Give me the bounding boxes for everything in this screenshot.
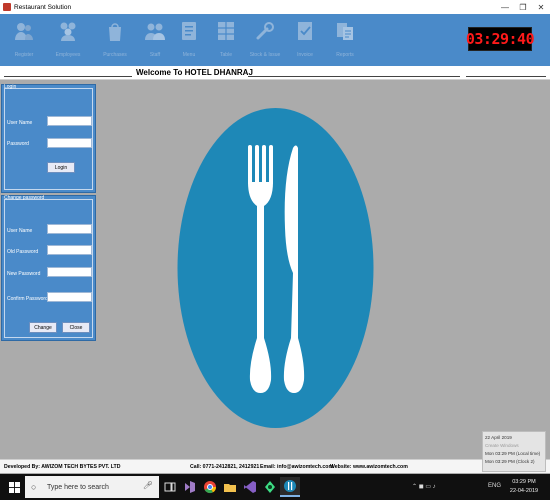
taskbar: ○ Type here to search 🎤︎ ⌃ ◼ ▭ ♪ ENG 03:… bbox=[0, 474, 550, 500]
close-button[interactable]: ✕ bbox=[532, 0, 550, 14]
taskbar-date: 22-04-2019 bbox=[509, 488, 539, 494]
toolbar-label: Reports bbox=[336, 52, 354, 58]
confirm-password-label: Confirm Password bbox=[7, 296, 48, 302]
login-button[interactable]: Login bbox=[47, 162, 75, 173]
welcome-text: Welcome To HOTEL DHANRAJ bbox=[136, 68, 253, 77]
toolbar-reports[interactable]: Reports bbox=[321, 20, 369, 64]
password-label: Password bbox=[7, 141, 29, 147]
popup-date: 22 April 2019 bbox=[485, 435, 512, 440]
task-view-icon[interactable] bbox=[160, 477, 180, 497]
input-language[interactable]: ENG bbox=[488, 483, 501, 489]
start-button[interactable] bbox=[3, 474, 25, 500]
new-password-input[interactable] bbox=[47, 267, 92, 277]
contact-email: Email: info@awizomtech.com bbox=[260, 464, 334, 470]
toolbar-label: Employees bbox=[55, 52, 81, 58]
divider bbox=[4, 76, 132, 77]
search-placeholder: Type here to search bbox=[47, 483, 109, 491]
table-icon bbox=[215, 20, 237, 42]
main-toolbar: Register Employees Purchases Staff Menu … bbox=[0, 14, 550, 66]
divider bbox=[248, 76, 460, 77]
confirm-password-input[interactable] bbox=[47, 292, 92, 302]
system-tray: ⌃ ◼ ▭ ♪ ENG 03:29 PM 22-04-2019 bbox=[410, 474, 550, 500]
change-password-legend: Change password bbox=[4, 195, 45, 201]
maximize-button[interactable]: ❐ bbox=[514, 0, 532, 14]
clock-popup: 22 April 2019 Create Windows Mon 03:29 P… bbox=[482, 431, 546, 472]
visual-studio-purple-icon[interactable] bbox=[240, 477, 260, 497]
chrome-icon[interactable] bbox=[200, 477, 220, 497]
change-button[interactable]: Change bbox=[29, 322, 57, 333]
window-title: Restaurant Solution bbox=[14, 3, 72, 11]
close-panel-button[interactable]: Close bbox=[62, 322, 90, 333]
restaurant-logo bbox=[177, 108, 374, 428]
microphone-icon[interactable]: 🎤︎ bbox=[143, 481, 153, 490]
login-password-input[interactable] bbox=[47, 138, 92, 148]
minimize-button[interactable]: — bbox=[496, 0, 514, 14]
visual-studio-icon[interactable] bbox=[180, 477, 200, 497]
divider bbox=[466, 76, 546, 77]
cp-user-name-input[interactable] bbox=[47, 224, 92, 234]
restaurant-app-icon[interactable] bbox=[280, 477, 300, 497]
taskbar-search[interactable]: ○ Type here to search 🎤︎ bbox=[25, 476, 159, 498]
activation-watermark: Create Windows bbox=[485, 443, 519, 448]
android-studio-icon[interactable] bbox=[260, 477, 280, 497]
local-time: Mon 03:29 PM (Local time) bbox=[485, 451, 541, 456]
windows-icon bbox=[8, 481, 20, 493]
explorer-icon[interactable] bbox=[220, 477, 240, 497]
old-password-input[interactable] bbox=[47, 245, 92, 255]
staff-icon bbox=[144, 20, 166, 42]
login-panel: Login User Name Password Login bbox=[1, 84, 96, 193]
contact-phone: Call: 0771-2412821, 2412921 bbox=[190, 464, 260, 470]
employees-icon bbox=[57, 20, 79, 42]
status-bar: Developed By: AWIZOM TECH BYTES PVT. LTD… bbox=[0, 459, 550, 473]
old-password-label: Old Password bbox=[7, 249, 39, 255]
user-name-label: User Name bbox=[7, 120, 33, 126]
reports-icon bbox=[334, 20, 356, 42]
toolbar-register[interactable]: Register bbox=[0, 20, 48, 64]
digital-clock: 03:29:40 bbox=[465, 27, 535, 51]
tray-icons[interactable]: ⌃ ◼ ▭ ♪ bbox=[412, 483, 436, 490]
taskbar-clock[interactable]: 03:29 PM 22-04-2019 bbox=[506, 478, 542, 496]
invoice-icon bbox=[294, 20, 316, 42]
welcome-bar: Welcome To HOTEL DHANRAJ bbox=[0, 66, 550, 80]
clock-time: 03:29:40 bbox=[465, 30, 535, 48]
clock-2-time: Mon 03:29 PM (Clock 2) bbox=[485, 459, 535, 464]
website-link[interactable]: Website: www.awizomtech.com bbox=[330, 464, 408, 470]
tools-icon bbox=[254, 20, 276, 42]
login-user-name-input[interactable] bbox=[47, 116, 92, 126]
developer-credit: Developed By: AWIZOM TECH BYTES PVT. LTD bbox=[4, 464, 121, 470]
toolbar-label: Register bbox=[14, 52, 34, 58]
window-controls: — ❐ ✕ bbox=[496, 0, 550, 14]
new-password-label: New Password bbox=[7, 271, 41, 277]
taskbar-time: 03:29 PM bbox=[512, 479, 536, 485]
fork-knife-icon bbox=[177, 108, 374, 428]
title-bar: Restaurant Solution — ❐ ✕ bbox=[0, 0, 550, 14]
change-password-panel: Change password User Name Old Password N… bbox=[1, 195, 96, 341]
menu-icon bbox=[178, 20, 200, 42]
search-icon: ○ bbox=[31, 482, 37, 492]
login-legend: Login bbox=[4, 84, 17, 90]
users-icon bbox=[13, 20, 35, 42]
bag-icon bbox=[104, 20, 126, 42]
toolbar-employees[interactable]: Employees bbox=[44, 20, 92, 64]
app-icon bbox=[3, 3, 11, 11]
cp-user-name-label: User Name bbox=[7, 228, 33, 234]
